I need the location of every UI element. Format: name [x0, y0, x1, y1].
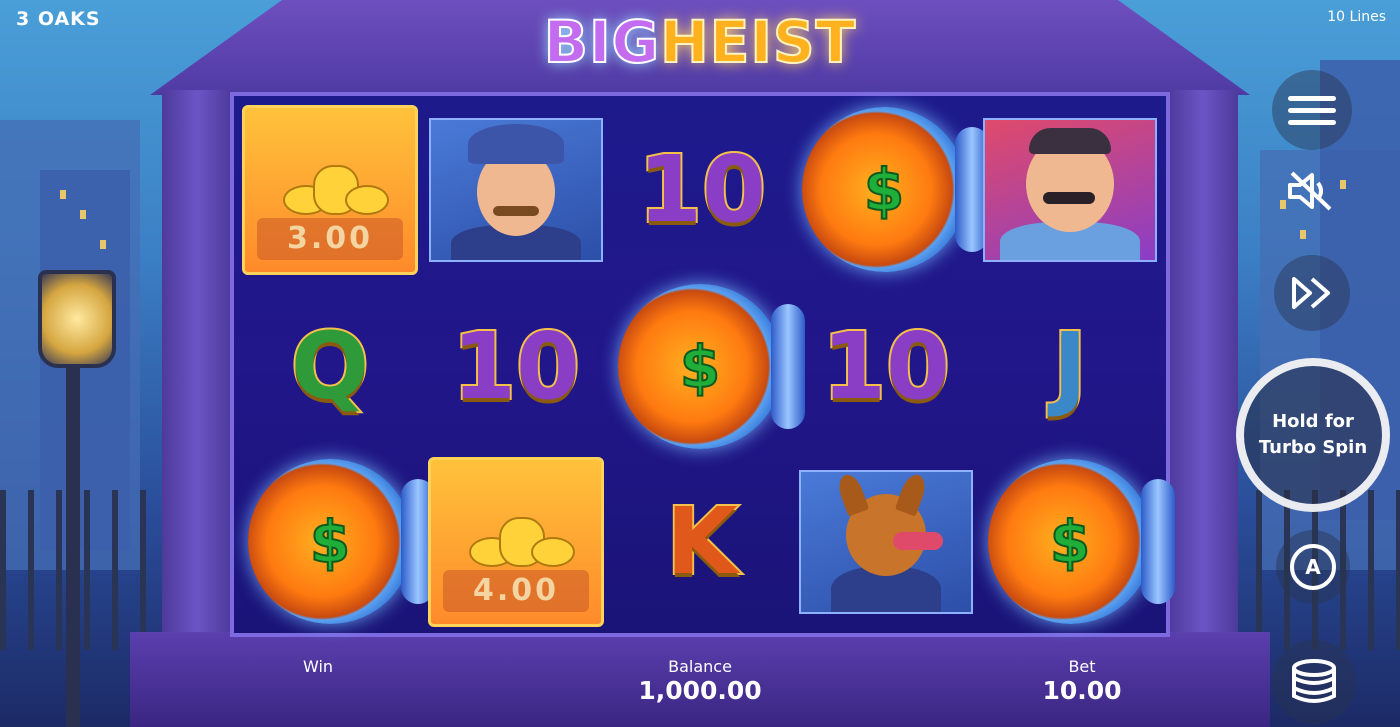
bet-value: 10.00: [1042, 676, 1122, 705]
reel-cell: $: [610, 279, 805, 454]
sound-toggle-button[interactable]: [1276, 160, 1346, 222]
win-label: Win: [302, 657, 334, 676]
balance-display: Balance 1,000.00: [610, 657, 790, 705]
reel-cell: [426, 102, 606, 277]
vault-door: [1140, 479, 1175, 604]
coin-value: 3.00: [257, 217, 403, 260]
money-vault-symbol: $: [801, 107, 989, 272]
bank-column: [1168, 90, 1238, 650]
reel-cell: $: [240, 454, 435, 629]
money-vault-symbol: $: [987, 459, 1175, 624]
balance-label: Balance: [668, 657, 732, 676]
bet-settings-button[interactable]: [1272, 640, 1356, 724]
reel-cell: 10: [612, 102, 792, 277]
menu-button[interactable]: [1272, 70, 1352, 150]
reel-cell: [980, 102, 1160, 277]
dollar-icon: $: [309, 507, 351, 577]
guard-dog-symbol: [799, 469, 973, 614]
reel-cell: 10: [426, 279, 606, 454]
reel-cell: 3.00: [240, 102, 420, 277]
coin-value: 4.00: [443, 569, 589, 612]
sound-muted-icon: [1288, 171, 1332, 211]
reel-cell: $: [794, 102, 989, 277]
boss-symbol: [983, 117, 1157, 262]
paylines-label: 10 Lines: [1327, 9, 1386, 25]
title-big: BIG: [543, 7, 661, 77]
ten-symbol: 10: [820, 311, 952, 422]
coin-symbol: 4.00: [428, 456, 604, 627]
fast-forward-icon: [1292, 277, 1330, 309]
balance-value: 1,000.00: [638, 676, 762, 705]
reel-cell: J: [980, 279, 1160, 454]
bet-label: Bet: [1068, 657, 1096, 676]
ten-symbol: 10: [636, 134, 768, 245]
money-vault-symbol: $: [247, 459, 435, 624]
bet-display: Bet 10.00: [1022, 657, 1142, 705]
coins-stack-icon: [1292, 659, 1336, 703]
ten-symbol: 10: [450, 311, 582, 422]
reel-cell: 10: [796, 279, 976, 454]
fast-forward-button[interactable]: [1274, 255, 1350, 331]
street-lamp-icon: [38, 270, 116, 368]
coin-symbol: 3.00: [242, 104, 418, 275]
king-symbol: K: [664, 486, 739, 597]
autoplay-label: A: [1305, 555, 1321, 579]
reel-grid: 3.00 10 $ Q 10 $ 10 J $ 4.00 K $: [230, 92, 1175, 637]
win-display: Win: [268, 657, 368, 676]
menu-icon: [1288, 89, 1336, 132]
money-vault-symbol: $: [617, 284, 805, 449]
coins-icon: [469, 515, 575, 567]
game-title-logo: BIGHEIST: [0, 7, 1400, 77]
reel-cell: $: [980, 454, 1175, 629]
queen-symbol: Q: [289, 311, 371, 422]
dollar-icon: $: [1049, 507, 1091, 577]
reel-cell: 4.00: [426, 454, 606, 629]
autoplay-icon: A: [1290, 544, 1336, 590]
spin-button-label-line1: Hold for: [1272, 411, 1354, 432]
autoplay-button[interactable]: A: [1276, 530, 1350, 604]
bank-column: [162, 90, 232, 650]
dollar-icon: $: [679, 332, 721, 402]
coins-icon: [283, 163, 389, 215]
reel-cell: K: [612, 454, 792, 629]
spin-button-label-line2: Turbo Spin: [1258, 437, 1368, 458]
police-officer-symbol: [429, 117, 603, 262]
spin-button[interactable]: Hold for Turbo Spin: [1236, 358, 1390, 512]
reel-cell: [796, 454, 976, 629]
jack-symbol: J: [1051, 311, 1089, 422]
title-heist: HEIST: [659, 7, 857, 77]
dollar-icon: $: [863, 155, 905, 225]
reel-cell: Q: [240, 279, 420, 454]
